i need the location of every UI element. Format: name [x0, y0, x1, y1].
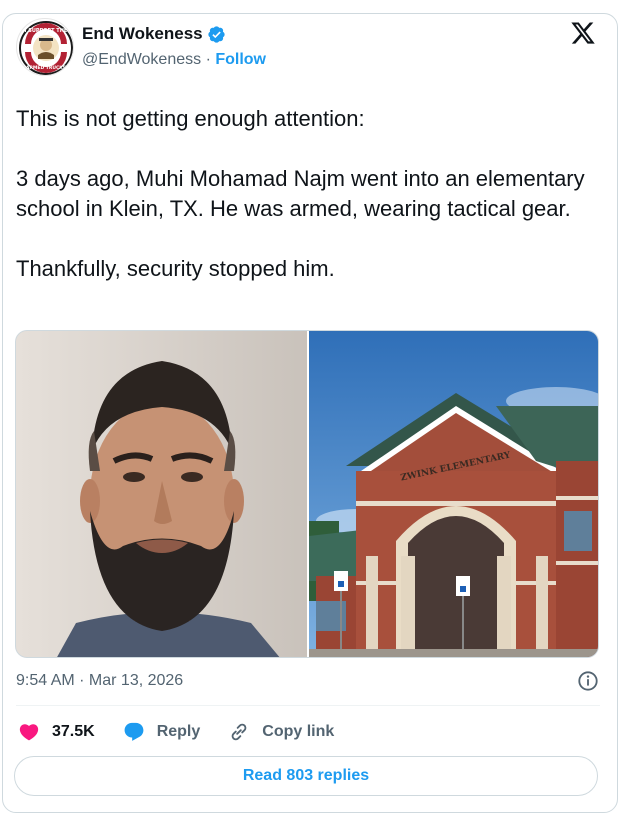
avatar-text-top: I SUPPORT THE	[25, 28, 68, 34]
tweet-header: I SUPPORT THE ARMED TRUCKS End Wokeness …	[16, 18, 600, 78]
like-button[interactable]: 37.5K	[18, 721, 95, 743]
follow-button[interactable]: Follow	[215, 51, 266, 68]
read-replies-button[interactable]: Read 803 replies	[14, 756, 598, 796]
reply-label: Reply	[156, 723, 201, 740]
tweet-media[interactable]: ZWINK ELEMENTARY	[15, 330, 599, 658]
mugshot-photo[interactable]	[16, 331, 307, 658]
author-handle[interactable]: @EndWokeness	[82, 51, 201, 68]
author-info: End Wokeness @EndWokeness · Follow	[82, 23, 266, 71]
verified-badge-icon	[208, 25, 225, 43]
link-icon	[231, 723, 247, 741]
tweet-text: This is not getting enough attention: 3 …	[16, 104, 596, 284]
tweet-paragraph: Thankfully, security stopped him.	[16, 256, 335, 281]
x-logo-icon[interactable]	[570, 20, 596, 46]
copy-link-label: Copy link	[262, 723, 335, 740]
like-count: 37.5K	[52, 723, 95, 740]
avatar[interactable]: I SUPPORT THE ARMED TRUCKS	[16, 18, 74, 76]
tweet-actions: 37.5K Reply Copy link	[18, 718, 362, 746]
display-name[interactable]: End Wokeness	[82, 24, 203, 44]
avatar-image: I SUPPORT THE ARMED TRUCKS	[18, 20, 73, 75]
school-photo[interactable]: ZWINK ELEMENTARY	[309, 331, 599, 658]
tweet-paragraph: 3 days ago, Muhi Mohamad Najm went into …	[16, 166, 585, 221]
read-replies-label: Read 803 replies	[242, 767, 370, 784]
info-icon[interactable]	[577, 670, 599, 692]
copy-link-button[interactable]: Copy link	[228, 721, 334, 743]
reply-button[interactable]: Reply	[123, 721, 201, 743]
handle-separator: ·	[201, 51, 216, 68]
tweet-timestamp[interactable]: 9:54 AM · Mar 13, 2026	[16, 672, 183, 690]
avatar-text-bottom: ARMED TRUCKS	[26, 65, 66, 71]
divider	[16, 705, 600, 706]
reply-icon	[124, 722, 144, 741]
heart-icon	[19, 724, 39, 741]
tweet-paragraph: This is not getting enough attention:	[16, 106, 365, 131]
